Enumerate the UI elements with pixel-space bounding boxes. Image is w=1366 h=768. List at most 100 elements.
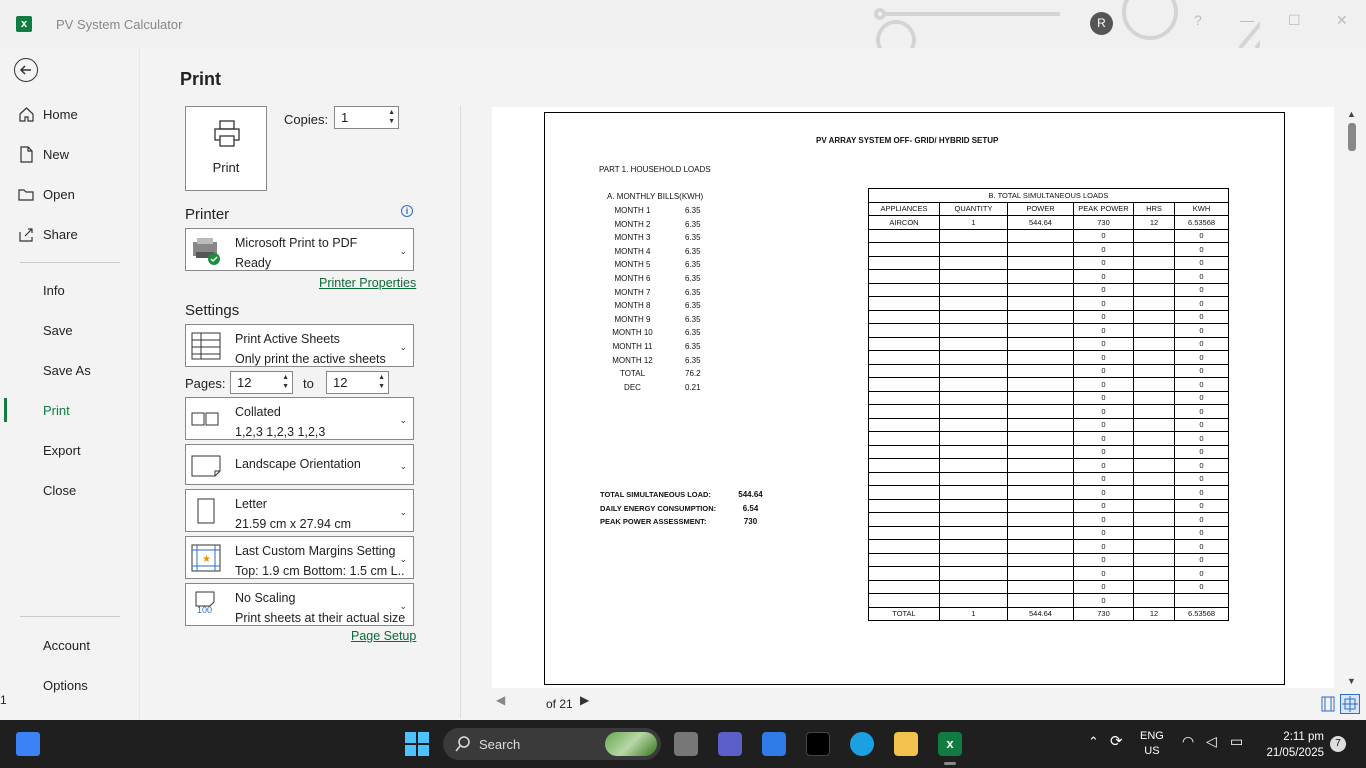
table-cell <box>868 444 940 459</box>
store-icon[interactable] <box>762 732 786 756</box>
table-cell: 0 <box>1073 336 1134 351</box>
table-row: 00 <box>868 417 1229 432</box>
table-cell: 0 <box>1174 309 1229 324</box>
stepper-arrows-icon[interactable]: ▲ ▼ <box>388 108 395 126</box>
excel-taskbar-icon[interactable]: x <box>938 732 962 756</box>
teams-icon[interactable] <box>718 732 742 756</box>
nav-close[interactable]: Close <box>0 474 139 506</box>
system-clock[interactable]: 2:11 pm 21/05/2025 <box>1256 729 1324 761</box>
scroll-thumb[interactable] <box>1348 123 1356 151</box>
month-value: 6.35 <box>685 260 701 270</box>
nav-print-label: Print <box>43 403 70 418</box>
table-cell: 0 <box>1073 309 1134 324</box>
month-label: MONTH 6 <box>614 274 651 283</box>
wifi-icon[interactable]: ◠ <box>1182 733 1194 750</box>
prev-page-icon[interactable]: ◀ <box>496 693 505 707</box>
sync-icon[interactable]: ⟳ <box>1110 732 1123 750</box>
nav-options[interactable]: Options <box>0 669 139 701</box>
info-icon[interactable]: i <box>401 205 413 217</box>
print-what-select[interactable]: Print Active Sheets Only print the activ… <box>185 324 414 367</box>
nav-share[interactable]: Share <box>0 218 139 250</box>
close-window-button[interactable]: ✕ <box>1336 12 1348 29</box>
task-view-icon[interactable] <box>674 732 698 756</box>
scroll-up-icon[interactable]: ▲ <box>1347 109 1356 119</box>
volume-icon[interactable]: ◁ <box>1206 733 1217 750</box>
tray-overflow-icon[interactable]: ⌃ <box>1088 734 1099 750</box>
help-button[interactable]: ? <box>1194 12 1202 28</box>
notification-badge[interactable]: 7 <box>1330 736 1346 752</box>
chevron-down-icon: ⌄ <box>399 415 407 425</box>
pages-to-input[interactable]: 12 ▲ ▼ <box>326 371 389 394</box>
paper-size-select[interactable]: Letter 21.59 cm x 27.94 cm ⌄ <box>185 489 414 532</box>
file-explorer-icon[interactable] <box>894 732 918 756</box>
taskbar-search[interactable]: Search <box>443 728 661 760</box>
preview-scrollbar[interactable]: ▲ ▼ <box>1345 107 1359 688</box>
table-cell: 730 <box>1073 215 1134 230</box>
table-cell: TOTAL <box>868 606 940 621</box>
stepper-arrows-icon[interactable]: ▲ ▼ <box>282 373 289 391</box>
page-setup-link[interactable]: Page Setup <box>351 629 416 643</box>
table-cell: PEAK POWER <box>1073 201 1134 216</box>
show-margins-icon[interactable] <box>1320 696 1336 712</box>
collate-select[interactable]: Collated 1,2,3 1,2,3 1,2,3 ⌄ <box>185 397 414 440</box>
table-cell <box>1133 228 1175 243</box>
chevron-down-icon: ⌄ <box>399 507 407 517</box>
printer-select[interactable]: Microsoft Print to PDF Ready ⌄ <box>185 228 414 271</box>
table-cell <box>868 566 940 581</box>
windows-start-icon[interactable] <box>405 732 429 756</box>
widgets-icon[interactable] <box>16 732 40 756</box>
table-cell: 0 <box>1073 579 1134 594</box>
sheet-part-heading: PART 1. HOUSEHOLD LOADS <box>599 165 711 174</box>
edge-icon[interactable] <box>850 732 874 756</box>
table-cell: HRS <box>1133 201 1175 216</box>
maximize-button[interactable]: ☐ <box>1288 12 1301 29</box>
month-value: 6.35 <box>685 206 701 215</box>
language-indicator[interactable]: ENG US <box>1140 729 1164 759</box>
nav-save-as[interactable]: Save As <box>0 354 139 386</box>
scroll-down-icon[interactable]: ▼ <box>1347 676 1356 686</box>
table-cell: 0 <box>1174 350 1229 365</box>
summary-value: 544.64 <box>738 490 763 499</box>
nav-open[interactable]: Open <box>0 178 139 210</box>
table-cell <box>1133 309 1175 324</box>
nav-print[interactable]: Print <box>0 394 139 426</box>
month-value: 6.35 <box>685 246 701 256</box>
battery-icon[interactable]: ▭ <box>1230 733 1243 750</box>
home-icon <box>19 107 34 122</box>
nav-export[interactable]: Export <box>0 434 139 466</box>
back-arrow-icon[interactable] <box>14 58 38 82</box>
scaling-select[interactable]: 100 No Scaling Print sheets at their act… <box>185 583 414 626</box>
table-cell: 0 <box>1174 431 1229 446</box>
minimize-button[interactable]: — <box>1240 12 1254 28</box>
table-cell <box>1007 593 1074 608</box>
table-cell <box>1133 498 1175 513</box>
nav-home[interactable]: Home <box>0 98 139 130</box>
table-cell: 0 <box>1174 512 1229 527</box>
pages-label: Pages: <box>185 376 226 391</box>
table-cell: 0 <box>1174 444 1229 459</box>
table-cell: 0 <box>1073 390 1134 405</box>
pages-from-input[interactable]: 12 ▲ ▼ <box>230 371 293 394</box>
orientation-title: Landscape Orientation <box>235 457 361 471</box>
table-row: 00 <box>868 431 1229 446</box>
nav-account[interactable]: Account <box>0 629 139 661</box>
nav-new[interactable]: New <box>0 138 139 170</box>
nav-save[interactable]: Save <box>0 314 139 346</box>
orientation-select[interactable]: Landscape Orientation ⌄ <box>185 444 414 485</box>
nav-account-label: Account <box>43 638 90 653</box>
table-cell <box>939 431 1008 446</box>
next-page-icon[interactable]: ▶ <box>580 693 589 707</box>
tiktok-icon[interactable] <box>806 732 830 756</box>
print-button[interactable]: Print <box>185 106 267 191</box>
page-number-input[interactable]: 1 <box>0 693 7 707</box>
copies-input[interactable]: 1 ▲ ▼ <box>334 106 399 129</box>
user-avatar[interactable]: R <box>1090 12 1113 35</box>
printer-properties-link[interactable]: Printer Properties <box>319 276 416 290</box>
stepper-arrows-icon[interactable]: ▲ ▼ <box>378 373 385 391</box>
month-label: TOTAL <box>619 369 646 379</box>
margins-select[interactable]: ★ Last Custom Margins Setting Top: 1.9 c… <box>185 536 414 579</box>
scaling-icon-label: 100 <box>197 605 213 615</box>
zoom-to-page-icon[interactable] <box>1340 694 1360 714</box>
nav-info[interactable]: Info <box>0 274 139 306</box>
table-cell <box>1133 350 1175 365</box>
